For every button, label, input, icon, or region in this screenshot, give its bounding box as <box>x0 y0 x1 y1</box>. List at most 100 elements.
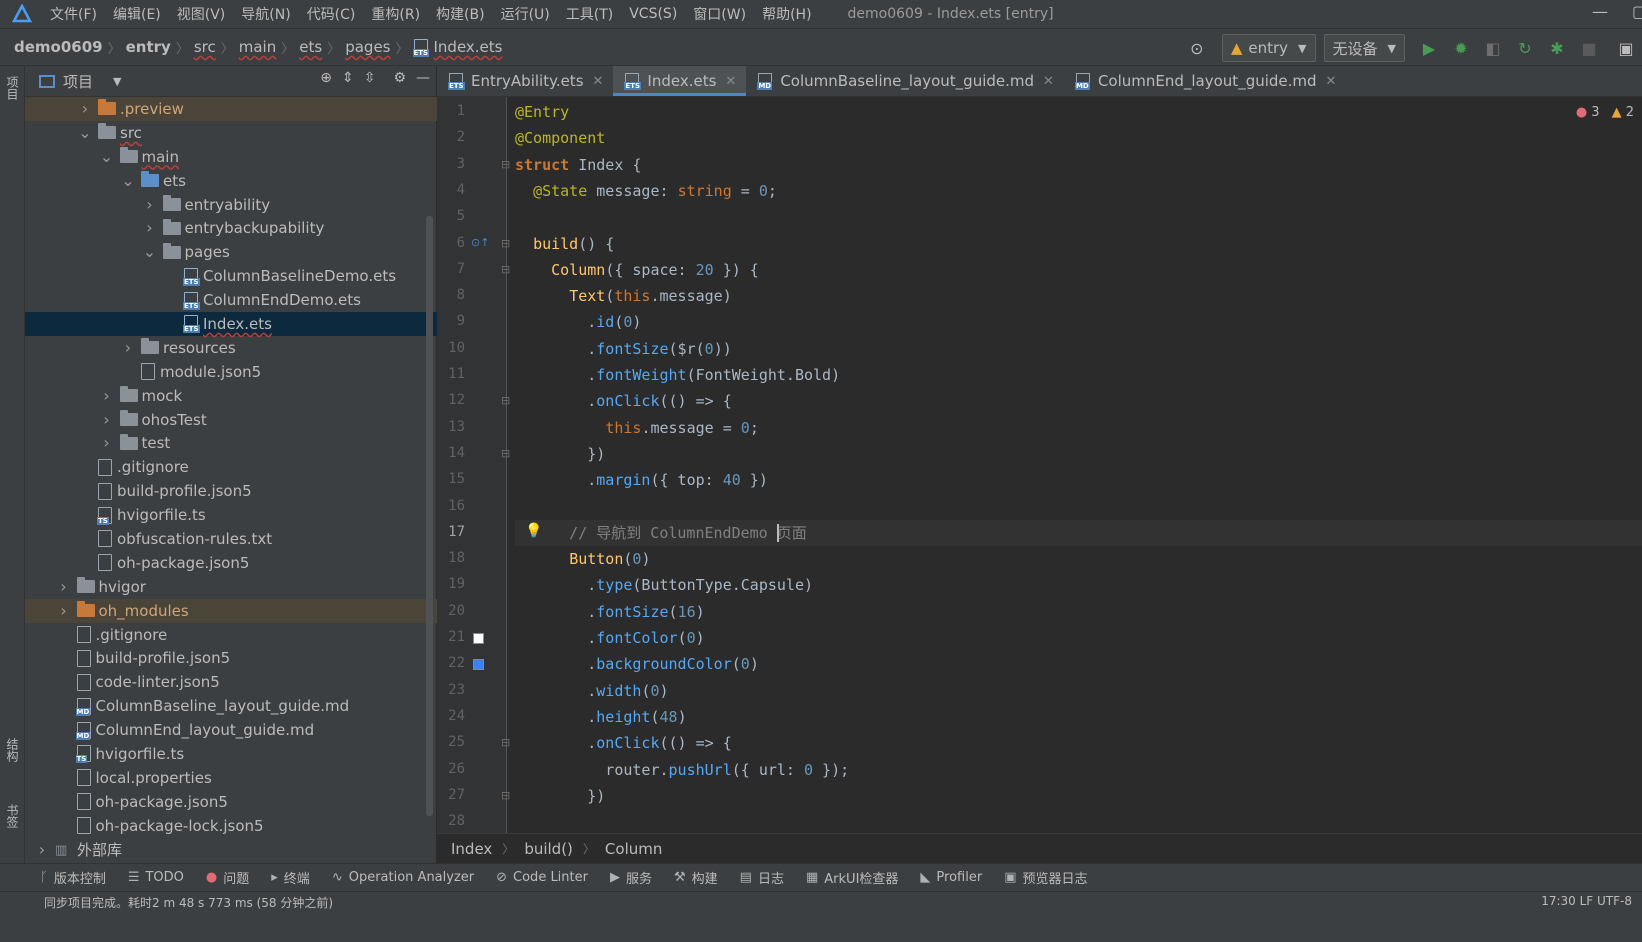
chevron-right-icon[interactable]: › <box>35 841 49 857</box>
tree-item[interactable]: build-profile.json5 <box>25 646 437 670</box>
tree-item[interactable]: TS hvigorfile.ts <box>25 503 437 527</box>
menu-refactor[interactable]: 重构(R) <box>363 4 428 24</box>
code-line[interactable]: Text(this.message) <box>515 283 732 309</box>
tree-item[interactable]: › entrybackupability <box>25 216 437 240</box>
tree-item[interactable]: obfuscation-rules.txt <box>25 527 437 551</box>
color-swatch[interactable] <box>473 659 484 671</box>
tab-entryability[interactable]: ETS EntryAbility.ets ✕ <box>437 66 613 96</box>
chevron-right-icon[interactable]: › <box>100 435 114 451</box>
tree-item[interactable]: .gitignore <box>25 623 437 647</box>
project-scrollbar[interactable] <box>426 216 433 816</box>
menu-window[interactable]: 窗口(W) <box>685 4 754 24</box>
fold-icon[interactable]: ⊟ <box>501 158 510 171</box>
code-line[interactable]: build() { <box>515 231 614 257</box>
tool-window-hammer[interactable]: ⚒ 构建 <box>674 868 718 887</box>
crumb-main[interactable]: main <box>239 38 276 56</box>
tree-item[interactable]: › mock <box>25 384 437 408</box>
module-select[interactable]: ▲ entry ▼ <box>1221 34 1316 62</box>
crumb-src[interactable]: src <box>194 38 216 56</box>
tool-window-preview-log[interactable]: ▣ 预览器日志 <box>1004 868 1087 887</box>
minimize-icon[interactable]: — <box>1592 2 1608 21</box>
tool-window-list[interactable]: ☰ TODO <box>128 870 184 885</box>
structure-tool-button[interactable]: 结构 <box>4 738 21 762</box>
crumb-module[interactable]: entry <box>126 38 171 56</box>
rerun-icon[interactable]: ↻ <box>1514 37 1536 59</box>
code-line[interactable]: .fontSize(16) <box>515 599 704 625</box>
chevron-right-icon[interactable]: › <box>143 196 157 212</box>
tree-item[interactable]: › entryability <box>25 193 437 217</box>
chevron-right-icon[interactable]: › <box>143 220 157 236</box>
chevron-right-icon[interactable]: › <box>57 602 71 618</box>
error-count[interactable]: ● 3 <box>1576 105 1600 120</box>
code-area[interactable]: @Entry @Component struct Index { @State me… <box>515 97 1642 833</box>
tree-item[interactable]: MD ColumnEnd_layout_guide.md <box>25 718 437 742</box>
tool-window-service[interactable]: ▶ 服务 <box>610 868 652 887</box>
code-line[interactable]: .type(ButtonType.Capsule) <box>515 572 813 598</box>
editor-gutter[interactable]: 1 2 3 4 5 6 7 8 9 10 11 12 13 14 15 16 17 18 19 20 21 22 23 24 2… <box>437 97 510 833</box>
stop-icon[interactable]: ■ <box>1578 37 1600 59</box>
crumb-ets[interactable]: ets <box>299 38 322 56</box>
device-select[interactable]: 无设备 ▼ <box>1323 34 1405 62</box>
code-line[interactable]: }) <box>515 441 605 467</box>
chevron-down-icon[interactable]: ⌄ <box>78 124 92 140</box>
code-line[interactable]: .onClick(() => { <box>515 730 732 756</box>
fold-icon[interactable]: ⊟ <box>501 394 510 407</box>
menu-view[interactable]: 视图(V) <box>169 4 234 24</box>
fold-icon[interactable]: ⊟ <box>501 736 510 749</box>
crumb-component[interactable]: Column <box>605 840 662 858</box>
code-line[interactable]: .width(0) <box>515 678 668 704</box>
inspection-indicators[interactable]: ● 3 ▲ 2 <box>1576 105 1634 120</box>
tree-item[interactable]: local.properties <box>25 766 437 790</box>
code-line[interactable]: .backgroundColor(0) <box>515 651 759 677</box>
bookmarks-tool-button[interactable]: 书签 <box>4 804 21 828</box>
fold-icon[interactable]: ⊟ <box>501 237 510 250</box>
chevron-right-icon[interactable]: › <box>100 387 114 403</box>
chevron-down-icon[interactable]: ▼ <box>113 75 121 88</box>
code-line[interactable]: @Component <box>515 125 605 151</box>
code-line[interactable]: .fontColor(0) <box>515 625 704 651</box>
gear-icon[interactable]: ⚙ <box>393 70 406 86</box>
tool-window-log[interactable]: ▤ 日志 <box>740 868 784 887</box>
tree-item[interactable]: build-profile.json5 <box>25 479 437 503</box>
crumb-struct[interactable]: Index <box>451 840 492 858</box>
crumb-file[interactable]: ETS Index.ets <box>412 38 503 57</box>
code-line[interactable]: }) <box>515 783 605 809</box>
tree-item[interactable]: oh-package-lock.json5 <box>25 814 437 838</box>
tree-item[interactable]: ETS Index.ets <box>25 312 437 336</box>
tree-item[interactable]: › oh_modules <box>25 598 437 623</box>
tree-item[interactable]: ⌄ pages <box>25 240 437 264</box>
code-line[interactable]: router.pushUrl({ url: 0 }); <box>515 757 849 783</box>
close-icon[interactable]: ✕ <box>1326 74 1337 89</box>
code-line[interactable]: struct Index { <box>515 152 641 178</box>
chevron-right-icon[interactable]: › <box>121 339 135 355</box>
attach-debugger-icon[interactable]: ◧ <box>1482 37 1504 59</box>
tree-item[interactable]: ETS ColumnBaselineDemo.ets <box>25 264 437 288</box>
menu-navigate[interactable]: 导航(N) <box>233 4 298 24</box>
fold-icon[interactable]: ⊟ <box>501 447 510 460</box>
debug-settings-icon[interactable]: ✱ <box>1546 37 1568 59</box>
menu-build[interactable]: 构建(B) <box>428 4 493 24</box>
tree-item[interactable]: TS hvigorfile.ts <box>25 742 437 766</box>
tool-window-linter[interactable]: ⊘ Code Linter <box>496 870 588 885</box>
code-line[interactable]: .fontSize($r(0)) <box>515 336 732 362</box>
tree-item[interactable]: › test <box>25 431 437 455</box>
code-line[interactable]: Button(0) <box>515 546 650 572</box>
tree-item[interactable]: oh-package.json5 <box>25 790 437 814</box>
close-icon[interactable]: ✕ <box>593 74 604 89</box>
code-line[interactable]: @Entry <box>515 99 569 125</box>
tab-columnbaseline-guide[interactable]: MD ColumnBaseline_layout_guide.md ✕ <box>746 66 1064 96</box>
tree-item[interactable]: › ohosTest <box>25 408 437 432</box>
crumb-pages[interactable]: pages <box>345 38 390 56</box>
tree-item[interactable]: › ▥ 外部库 <box>25 838 437 862</box>
close-icon[interactable]: ✕ <box>1043 74 1054 89</box>
menu-help[interactable]: 帮助(H) <box>754 4 819 24</box>
tree-item[interactable]: module.json5 <box>25 360 437 384</box>
code-line[interactable]: Column({ space: 20 }) { <box>515 257 759 283</box>
menu-edit[interactable]: 编辑(E) <box>105 4 169 24</box>
tab-columnend-guide[interactable]: MD ColumnEnd_layout_guide.md ✕ <box>1064 66 1347 96</box>
expand-all-icon[interactable]: ⇕ <box>342 70 354 86</box>
chevron-right-icon[interactable]: › <box>100 411 114 427</box>
tree-item[interactable]: ⌄ main <box>25 145 437 169</box>
tree-item[interactable]: ETS ColumnEndDemo.ets <box>25 288 437 312</box>
menu-tools[interactable]: 工具(T) <box>558 4 621 24</box>
